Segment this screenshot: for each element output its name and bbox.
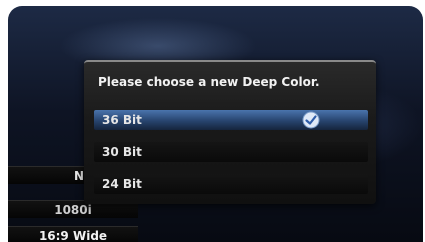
option-24-bit[interactable]: 24 Bit [94, 174, 368, 194]
option-label: 36 Bit [102, 113, 142, 127]
background-menu-item: 16:9 Wide [8, 226, 138, 242]
deep-color-dialog: Please choose a new Deep Color. 36 Bit 3… [84, 60, 376, 204]
option-label: 24 Bit [102, 177, 142, 191]
background-menu-item: N [8, 166, 90, 184]
option-label: 30 Bit [102, 145, 142, 159]
dialog-title: Please choose a new Deep Color. [98, 75, 320, 89]
option-36-bit[interactable]: 36 Bit [94, 110, 368, 130]
tv-screen: N 1080i 16:9 Wide Please choose a new De… [8, 6, 423, 242]
checkmark-icon [302, 111, 320, 129]
option-30-bit[interactable]: 30 Bit [94, 142, 368, 162]
